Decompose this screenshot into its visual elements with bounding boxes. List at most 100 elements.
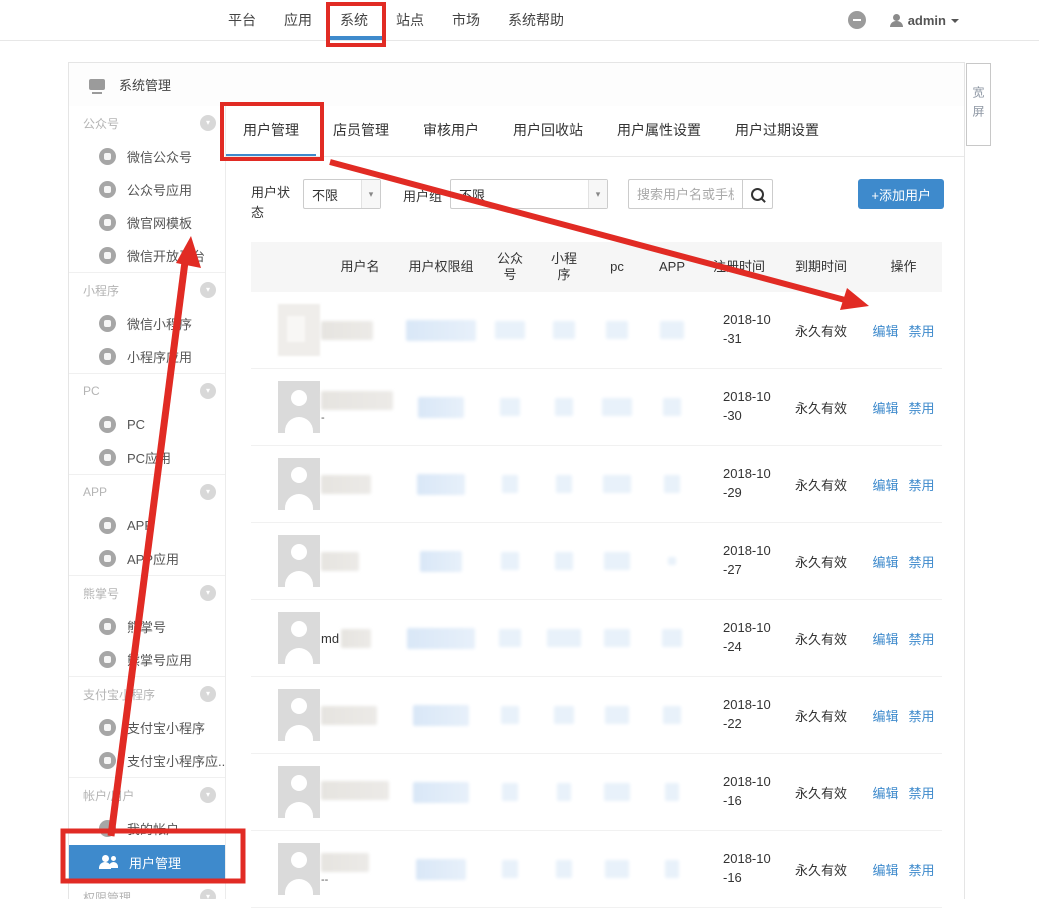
register-time-line2: -30	[723, 407, 777, 426]
edit-link[interactable]: 编辑	[872, 321, 898, 340]
search-button[interactable]	[742, 179, 773, 209]
chevron-down-icon[interactable]: ▾	[200, 115, 216, 131]
chevron-down-icon[interactable]: ▾	[200, 383, 216, 399]
disable-link[interactable]: 禁用	[909, 706, 935, 725]
edit-link[interactable]: 编辑	[872, 783, 898, 802]
register-time-line1: 2018-10	[723, 465, 777, 484]
nav-item-3[interactable]: 系统	[326, 0, 382, 40]
tab-1[interactable]: 用户管理	[226, 106, 316, 156]
edit-link[interactable]: 编辑	[872, 706, 898, 725]
sidebar-item-0-0[interactable]: 微信公众号	[69, 140, 225, 173]
sidebar-section-header[interactable]: PC▾	[69, 374, 225, 408]
username-redacted	[321, 391, 393, 410]
username-redacted	[321, 475, 371, 494]
permission-redacted	[418, 397, 464, 418]
tab-6[interactable]: 用户过期设置	[718, 106, 836, 156]
sidebar-item-6-0[interactable]: 我的帐户	[69, 812, 225, 845]
sidebar-item-1-0[interactable]: 微信小程序	[69, 307, 225, 340]
chevron-down-icon[interactable]: ▾	[200, 889, 216, 899]
sidebar-item-0-3[interactable]: 微信开放平台	[69, 239, 225, 272]
username-cell: md	[321, 629, 399, 648]
widescreen-toggle[interactable]: 宽屏	[966, 63, 991, 146]
edit-link[interactable]: 编辑	[872, 398, 898, 417]
app-cell	[643, 706, 701, 724]
sidebar-section: 权限管理▾	[69, 880, 225, 899]
sidebar-section-header[interactable]: 小程序 ▾	[69, 273, 225, 307]
app-icon	[99, 315, 116, 332]
mini-program-cell	[537, 629, 591, 647]
value-redacted	[547, 629, 581, 647]
sidebar-item-0-1[interactable]: 公众号应用	[69, 173, 225, 206]
disable-link[interactable]: 禁用	[909, 783, 935, 802]
sidebar-section-header[interactable]: 支付宝小程序▾	[69, 677, 225, 711]
value-redacted	[605, 706, 629, 724]
chevron-down-icon: ▾	[361, 180, 380, 208]
nav-item-2[interactable]: 应用	[270, 0, 326, 40]
chevron-down-icon[interactable]: ▾	[200, 686, 216, 702]
value-redacted	[602, 398, 632, 416]
chevron-down-icon[interactable]: ▾	[200, 585, 216, 601]
expiry-cell: 永久有效	[777, 706, 865, 725]
search-input[interactable]	[628, 179, 742, 209]
disable-link[interactable]: 禁用	[909, 552, 935, 571]
disable-link[interactable]: 禁用	[909, 321, 935, 340]
tab-2[interactable]: 店员管理	[316, 106, 406, 156]
edit-link[interactable]: 编辑	[872, 629, 898, 648]
add-user-button[interactable]: +添加用户	[858, 179, 944, 209]
disable-link[interactable]: 禁用	[909, 629, 935, 648]
chevron-down-icon[interactable]: ▾	[200, 484, 216, 500]
minus-circle-icon[interactable]	[848, 11, 866, 29]
sidebar-section-label: 小程序	[83, 282, 119, 299]
sidebar-item-3-1[interactable]: APP应用	[69, 542, 225, 575]
tab-4[interactable]: 用户回收站	[496, 106, 600, 156]
tab-3[interactable]: 审核用户	[406, 106, 496, 156]
sidebar-section-header[interactable]: 帐户/用户▾	[69, 778, 225, 812]
sidebar-item-1-1[interactable]: 小程序应用	[69, 340, 225, 373]
expiry-cell: 永久有效	[777, 860, 865, 879]
sidebar-item-4-0[interactable]: 熊掌号	[69, 610, 225, 643]
edit-link[interactable]: 编辑	[872, 552, 898, 571]
register-time-line1: 2018-10	[723, 619, 777, 638]
sidebar-item-5-0[interactable]: 支付宝小程序	[69, 711, 225, 744]
actions-cell: 编辑禁用	[865, 706, 942, 725]
sidebar-item-6-1[interactable]: 用户管理	[69, 845, 225, 879]
disable-link[interactable]: 禁用	[909, 398, 935, 417]
status-select[interactable]: 不限 ▾	[303, 179, 381, 209]
nav-item-4[interactable]: 站点	[382, 0, 438, 40]
mini-program-cell	[537, 552, 591, 570]
edit-link[interactable]: 编辑	[872, 860, 898, 879]
value-redacted	[603, 475, 631, 493]
register-time-line1: 2018-10	[723, 696, 777, 715]
monitor-icon	[89, 79, 105, 90]
disable-link[interactable]: 禁用	[909, 860, 935, 879]
sidebar-item-3-0[interactable]: APP	[69, 509, 225, 542]
sidebar-section-header[interactable]: 熊掌号▾	[69, 576, 225, 610]
group-select[interactable]: 不限 ▾	[450, 179, 608, 209]
sidebar-item-0-2[interactable]: 微官网模板	[69, 206, 225, 239]
sidebar-section-header[interactable]: 权限管理▾	[69, 880, 225, 899]
user-menu[interactable]: admin	[890, 13, 959, 28]
sidebar-item-5-1[interactable]: 支付宝小程序应...	[69, 744, 225, 777]
app-cell	[643, 475, 701, 493]
avatar	[278, 689, 320, 741]
tab-5[interactable]: 用户属性设置	[600, 106, 718, 156]
status-filter-label: 用户状态	[251, 183, 295, 222]
sidebar-section-header[interactable]: 公众号▾	[69, 106, 225, 140]
register-time-line1: 2018-10	[723, 388, 777, 407]
permission-group-cell	[399, 474, 483, 495]
disable-link[interactable]: 禁用	[909, 475, 935, 494]
nav-item-1[interactable]: 平台	[214, 0, 270, 40]
sidebar-item-2-1[interactable]: PC应用	[69, 441, 225, 474]
avatar-cell	[251, 458, 321, 510]
value-redacted	[556, 475, 572, 493]
status-select-value: 不限	[312, 185, 338, 204]
edit-link[interactable]: 编辑	[872, 475, 898, 494]
chevron-down-icon[interactable]: ▾	[200, 787, 216, 803]
nav-item-5[interactable]: 市场	[438, 0, 494, 40]
sidebar-item-4-1[interactable]: 熊掌号应用	[69, 643, 225, 676]
nav-item-6[interactable]: 系统帮助	[494, 0, 578, 40]
value-redacted	[665, 783, 679, 801]
sidebar-section-header[interactable]: APP▾	[69, 475, 225, 509]
sidebar-item-2-0[interactable]: PC	[69, 408, 225, 441]
chevron-down-icon[interactable]: ▾	[200, 282, 216, 298]
